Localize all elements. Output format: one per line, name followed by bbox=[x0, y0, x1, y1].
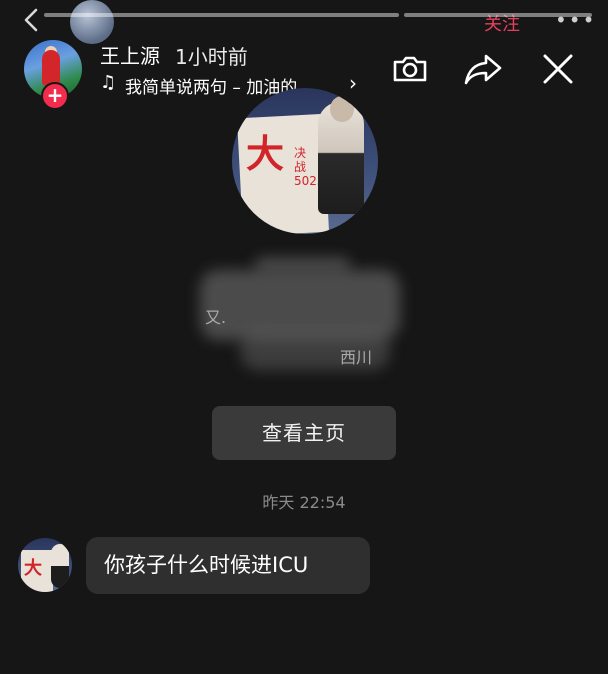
music-note-icon: ♫ bbox=[100, 72, 117, 93]
sender-avatar[interactable]: 大 bbox=[18, 538, 72, 592]
poster-vertical-text: 决战5025 bbox=[294, 146, 325, 188]
chat-partner-avatar[interactable] bbox=[70, 0, 114, 44]
close-icon[interactable] bbox=[537, 48, 579, 90]
shared-profile-avatar[interactable]: 大 决战5025 bbox=[232, 88, 378, 234]
message-bubble[interactable]: 你孩子什么时候进ICU bbox=[86, 537, 370, 594]
share-icon[interactable] bbox=[462, 48, 504, 90]
message-timestamp: 昨天 22:54 bbox=[262, 493, 346, 512]
story-progress-bar-2 bbox=[404, 13, 592, 17]
camera-icon[interactable] bbox=[389, 48, 431, 90]
story-username[interactable]: 王上源 bbox=[100, 40, 160, 69]
chevron-right-icon[interactable]: › bbox=[349, 71, 357, 95]
blurred-region bbox=[255, 258, 350, 270]
back-icon[interactable] bbox=[18, 6, 46, 34]
story-progress-bar-1 bbox=[44, 13, 399, 17]
poster-big-char: 大 bbox=[246, 132, 285, 176]
shared-profile-name: 又. bbox=[205, 308, 227, 327]
add-follow-badge[interactable]: + bbox=[41, 82, 69, 110]
story-time: 1小时前 bbox=[175, 45, 248, 69]
more-icon[interactable]: ••• bbox=[555, 8, 596, 32]
view-profile-button[interactable]: 查看主页 bbox=[212, 406, 396, 460]
shared-profile-location: 西川 bbox=[340, 348, 373, 367]
